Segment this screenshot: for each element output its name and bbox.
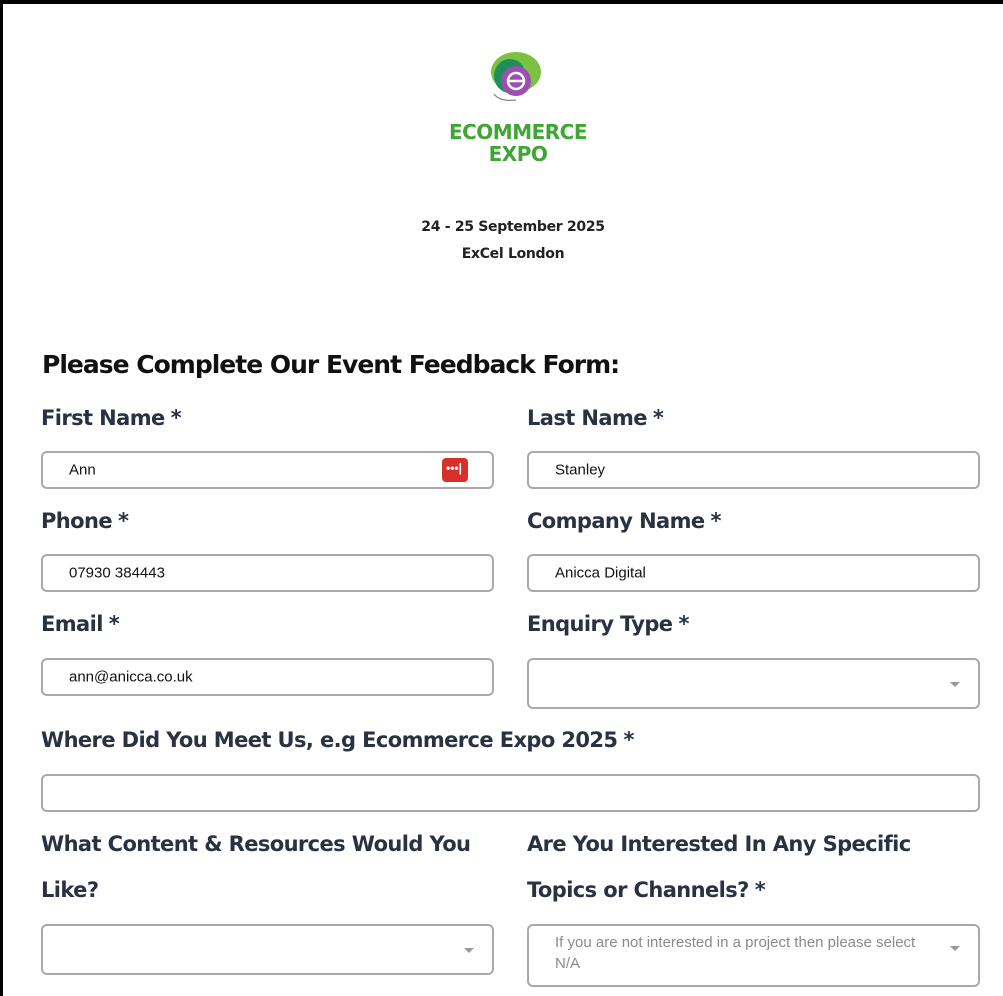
chevron-down-icon: [950, 946, 960, 951]
event-dates: 24 - 25 September 2025: [421, 219, 605, 235]
phone-value: 07930 384443: [69, 564, 165, 582]
first-name-value: Ann: [69, 461, 96, 479]
password-manager-icon[interactable]: •••|: [442, 458, 468, 482]
last-name-field[interactable]: Stanley: [527, 451, 980, 489]
first-name-field[interactable]: Ann •••|: [41, 451, 494, 489]
topics-placeholder: If you are not interested in a project t…: [555, 934, 916, 972]
ecommerce-expo-logo: [491, 52, 541, 101]
brand-line-1: ECOMMERCE: [448, 120, 588, 144]
event-venue: ExCel London: [461, 246, 565, 262]
topics-select[interactable]: If you are not interested in a project t…: [527, 924, 980, 987]
topics-label-line1: Are You Interested In Any Specific: [527, 832, 911, 856]
content-resources-label-line1: What Content & Resources Would You: [41, 832, 471, 856]
content-resources-select[interactable]: [41, 924, 494, 975]
meet-us-field[interactable]: [41, 774, 980, 812]
brand-line-2: EXPO: [488, 142, 548, 166]
first-name-label: First Name *: [41, 406, 182, 430]
email-label: Email *: [41, 612, 120, 636]
last-name-label: Last Name *: [527, 406, 664, 430]
enquiry-type-select[interactable]: [527, 658, 980, 709]
email-field[interactable]: ann@anicca.co.uk: [41, 658, 494, 696]
last-name-value: Stanley: [555, 461, 606, 479]
feedback-page: ECOMMERCE EXPO 24 - 25 September 2025 Ex…: [0, 4, 1003, 996]
phone-label: Phone *: [41, 509, 129, 533]
chevron-down-icon: [464, 948, 474, 953]
company-name-label: Company Name *: [527, 509, 722, 533]
company-name-field[interactable]: Anicca Digital: [527, 554, 980, 592]
enquiry-type-label: Enquiry Type *: [527, 612, 689, 636]
meet-us-label: Where Did You Meet Us, e.g Ecommerce Exp…: [41, 728, 634, 752]
content-resources-label-line2: Like?: [41, 878, 99, 902]
email-value: ann@anicca.co.uk: [69, 668, 193, 686]
phone-field[interactable]: 07930 384443: [41, 554, 494, 592]
form-title: Please Complete Our Event Feedback Form:: [42, 350, 620, 379]
company-name-value: Anicca Digital: [555, 564, 646, 582]
chevron-down-icon: [950, 682, 960, 687]
topics-label-line2: Topics or Channels? *: [527, 878, 766, 902]
